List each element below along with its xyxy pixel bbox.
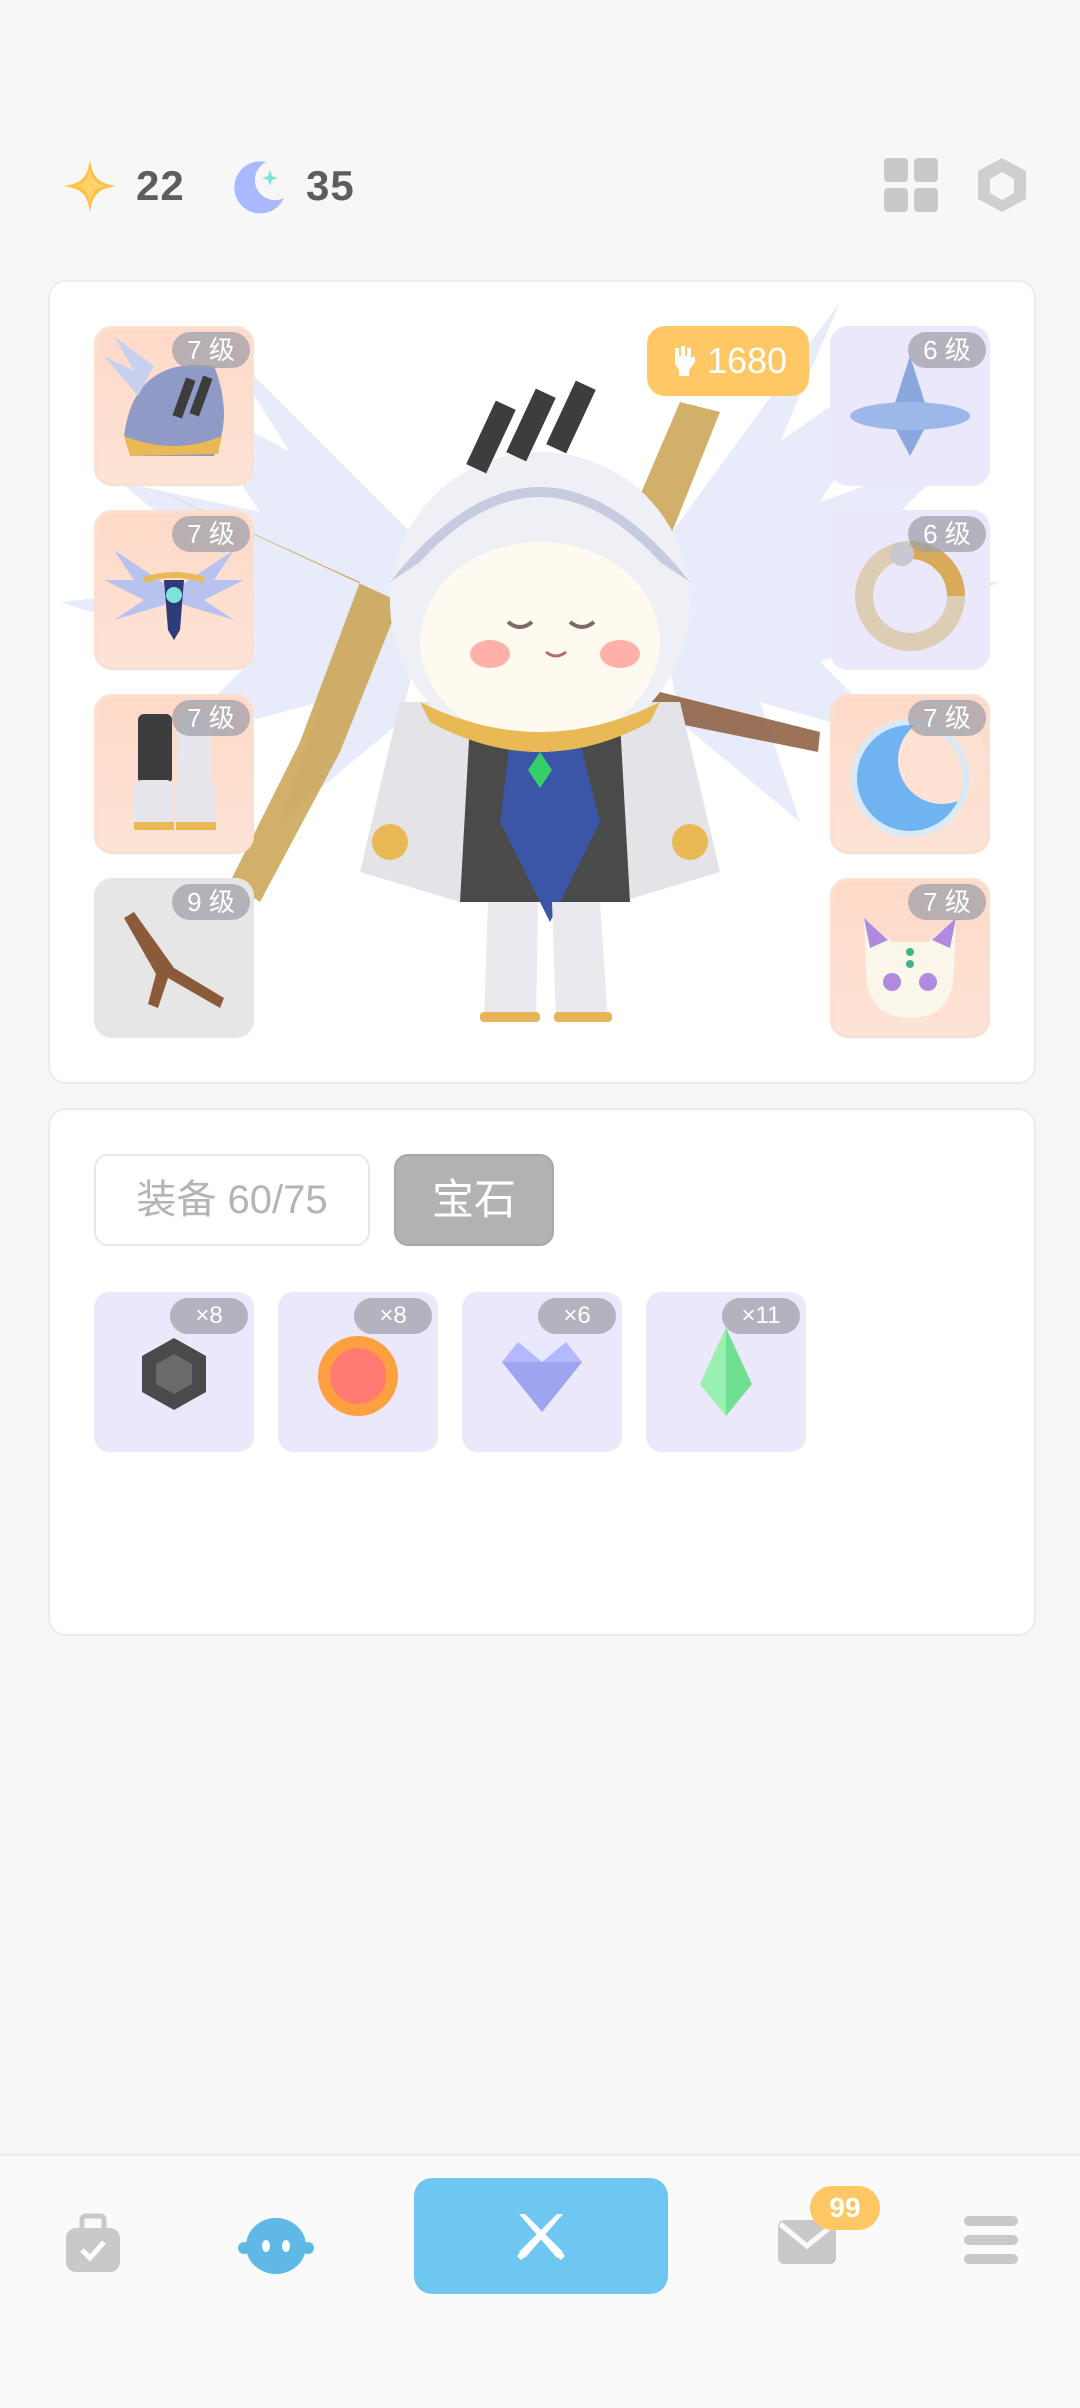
menu-icon[interactable]	[962, 2214, 1020, 2266]
power-rating[interactable]: 1680	[647, 326, 809, 396]
crescent-moon-icon	[234, 161, 284, 214]
crossed-swords-icon	[516, 2214, 566, 2261]
slot-top[interactable]: 6 级	[830, 326, 990, 486]
slot-level: 7 级	[172, 516, 250, 552]
bottom-navigation: 99	[0, 2154, 1080, 2408]
top-bar: 22 35	[0, 150, 1080, 230]
gem-item[interactable]: ×8	[94, 1292, 254, 1452]
gem-quantity: ×8	[170, 1298, 248, 1334]
slot-level: 7 级	[908, 884, 986, 920]
gem-quantity: ×8	[354, 1298, 432, 1334]
gem-quantity: ×6	[538, 1298, 616, 1334]
moon-count: 35	[306, 162, 355, 209]
slot-shield[interactable]: 7 级	[830, 694, 990, 854]
slot-emblem[interactable]: 7 级	[94, 510, 254, 670]
slot-weapon[interactable]: 9 级	[94, 878, 254, 1038]
star-sparkle-icon	[64, 160, 116, 212]
slot-helmet[interactable]: 7 级	[94, 326, 254, 486]
slot-level: 7 级	[908, 700, 986, 736]
hexagon-settings-icon[interactable]	[972, 154, 1032, 216]
slot-level: 7 级	[172, 332, 250, 368]
tab-equipment[interactable]: 装备 60/75	[94, 1154, 370, 1246]
character-icon[interactable]	[238, 2212, 314, 2276]
grid-icon[interactable]	[884, 158, 938, 212]
slot-level: 6 级	[908, 516, 986, 552]
slot-level: 6 级	[908, 332, 986, 368]
gem-item[interactable]: ×8	[278, 1292, 438, 1452]
star-currency[interactable]: 22	[62, 158, 185, 214]
battle-button[interactable]	[414, 2178, 668, 2294]
bag-icon[interactable]	[62, 2212, 124, 2276]
star-count: 22	[136, 162, 185, 209]
slot-level: 9 级	[172, 884, 250, 920]
gem-item[interactable]: ×6	[462, 1292, 622, 1452]
tab-gems[interactable]: 宝石	[394, 1154, 554, 1246]
mail-badge: 99	[810, 2186, 880, 2230]
slot-ring[interactable]: 6 级	[830, 510, 990, 670]
slot-pet[interactable]: 7 级	[830, 878, 990, 1038]
slot-level: 7 级	[172, 700, 250, 736]
power-value: 1680	[706, 340, 788, 381]
gauntlet-icon	[674, 346, 695, 376]
moon-currency[interactable]: 35	[232, 158, 355, 214]
equipment-panel: 1680 7 级 7 级 7 级 9 级 6 级 6 级 7 级 7 级	[48, 280, 1036, 1084]
slot-boots[interactable]: 7 级	[94, 694, 254, 854]
inventory-panel: 装备 60/75 宝石 ×8 ×8 ×6 ×11	[48, 1108, 1036, 1636]
gem-quantity: ×11	[722, 1298, 800, 1334]
gem-item[interactable]: ×11	[646, 1292, 806, 1452]
